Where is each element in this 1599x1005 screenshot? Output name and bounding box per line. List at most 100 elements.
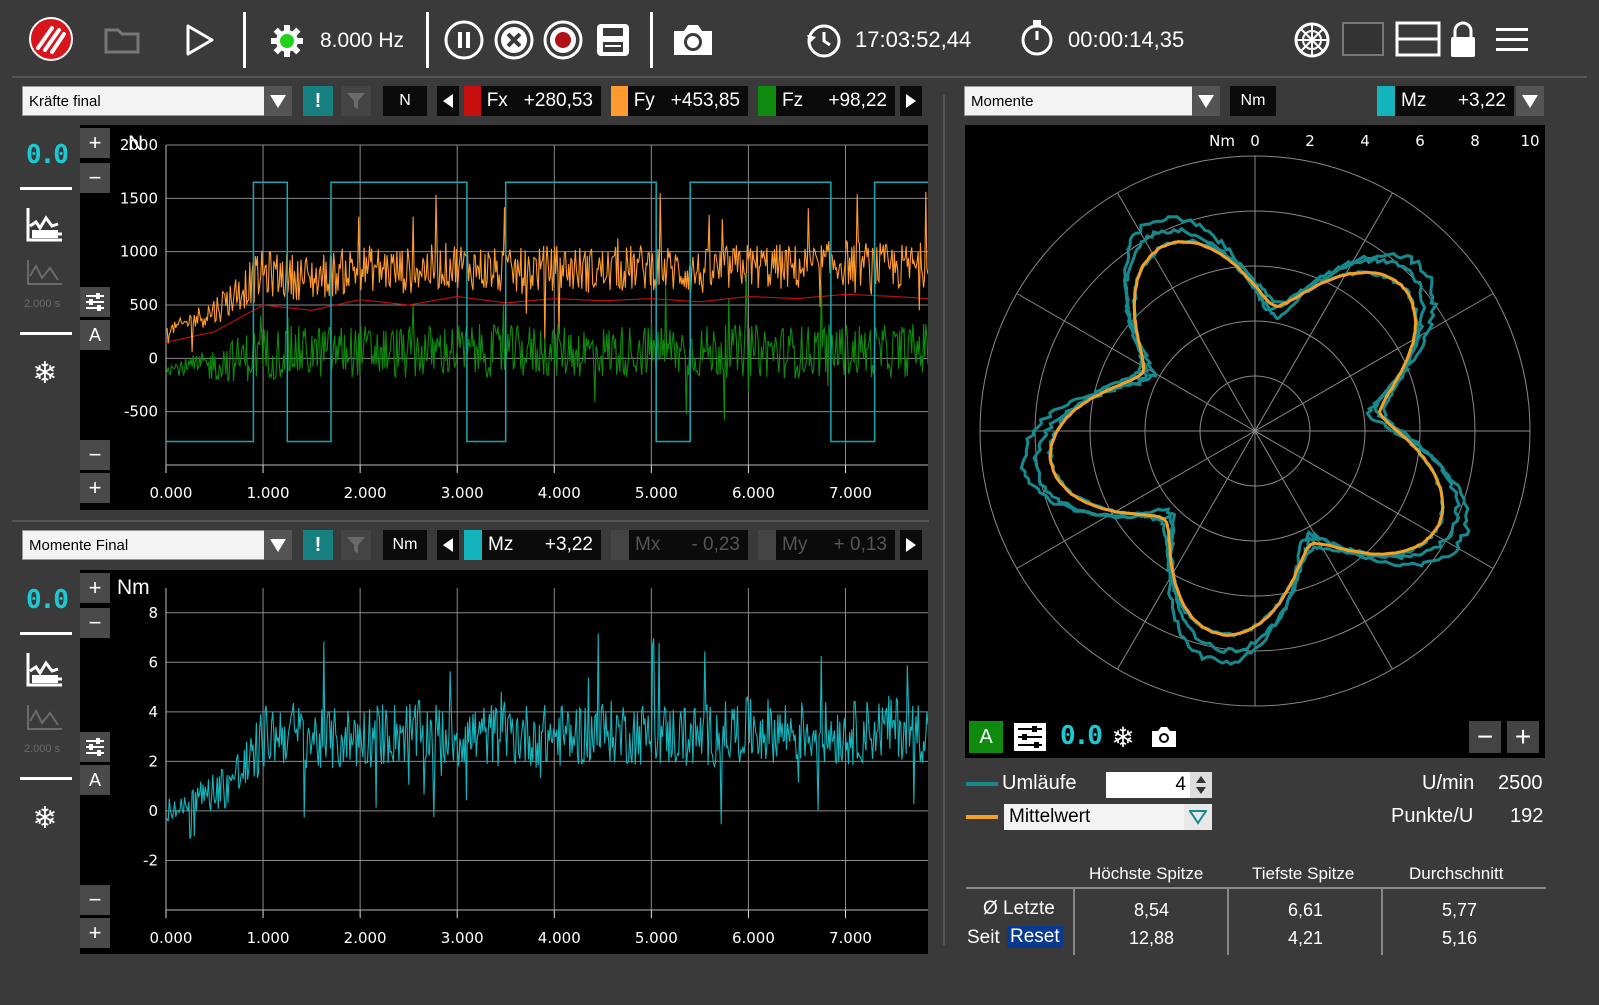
y-tick-label: 2 xyxy=(148,752,158,770)
time-window-icon[interactable] xyxy=(24,258,64,288)
chevron-down-icon xyxy=(270,538,286,552)
zoom-out-y-top-button[interactable]: − xyxy=(80,163,110,193)
chart-settings-sliders-button[interactable] xyxy=(80,732,110,762)
hamburger-menu-icon[interactable] xyxy=(1492,24,1532,56)
forces-selector[interactable]: Kräfte final xyxy=(22,86,266,116)
digital-readout-toggle[interactable]: 0.0 xyxy=(26,140,69,170)
polar-chart[interactable]: Nm 0 2 4 6 8 10 A 0.0 ❄ − + xyxy=(965,125,1545,758)
polar-selector-dropdown[interactable] xyxy=(1192,86,1220,116)
channel-fz[interactable]: Fz +98,22 xyxy=(758,86,895,116)
polar-digital-readout-toggle[interactable]: 0.0 xyxy=(1060,721,1103,751)
zoom-in-y-top-button[interactable]: + xyxy=(80,573,110,603)
stop-cancel-icon[interactable] xyxy=(493,19,535,61)
channel-value: - 0,23 xyxy=(691,534,740,555)
sliders-icon xyxy=(86,293,104,311)
x-tick-label: 4.000 xyxy=(538,929,581,947)
moments-chart[interactable]: 0.000 1.000 2.000 3.000 4.000 5.000 6.000 7.000… xyxy=(80,570,928,954)
lock-icon[interactable] xyxy=(1447,20,1479,60)
alert-button[interactable]: ! xyxy=(303,530,333,560)
polar-camera-icon[interactable] xyxy=(1148,723,1180,751)
zoom-out-y-bottom-button[interactable]: − xyxy=(80,885,110,915)
toolbar-bottom-border xyxy=(12,76,1587,78)
auto-scale-button[interactable]: A xyxy=(80,320,110,350)
polar-freeze-snowflake-icon[interactable]: ❄ xyxy=(1106,721,1140,753)
polar-spoke xyxy=(1016,430,1256,569)
channel-color-swatch xyxy=(611,530,629,560)
forces-selector-dropdown[interactable] xyxy=(264,86,292,116)
series-line-Fx xyxy=(165,293,928,343)
x-tick-label: 6.000 xyxy=(732,484,775,502)
save-disk-icon[interactable] xyxy=(593,20,633,60)
zoom-in-y-bottom-button[interactable]: + xyxy=(80,473,110,503)
open-folder-icon[interactable] xyxy=(104,22,142,56)
record-icon[interactable] xyxy=(542,19,584,61)
polar-series-umlaeufe-mid xyxy=(1032,226,1462,655)
x-tick-label: 4.000 xyxy=(538,484,581,502)
moments-selector[interactable]: Momente Final xyxy=(22,530,266,560)
mode-select-dropdown[interactable] xyxy=(1184,804,1212,830)
stats-last-lowest: 6,61 xyxy=(1288,900,1324,920)
channel-color-swatch xyxy=(758,530,776,560)
chart-autoscale-icon[interactable] xyxy=(24,206,64,246)
split-view-icon[interactable] xyxy=(1395,20,1441,58)
settings-gear-icon[interactable] xyxy=(268,22,306,60)
zoom-out-y-bottom-button[interactable]: − xyxy=(80,440,110,470)
stats-header-average: Durchschnitt xyxy=(1409,864,1504,883)
polar-zoom-out-button[interactable]: − xyxy=(1469,721,1501,753)
polar-zoom-in-button[interactable]: + xyxy=(1507,721,1539,753)
polar-channel-dropdown[interactable] xyxy=(1516,86,1544,116)
forces-chart[interactable]: 0.000 1.000 2.000 3.000 4.000 5.000 6.000 7.000… xyxy=(80,125,928,510)
scroll-right-arrow-icon[interactable] xyxy=(900,86,922,116)
zoom-in-y-bottom-button[interactable]: + xyxy=(80,918,110,948)
panel-divider xyxy=(12,520,929,522)
zoom-in-y-top-button[interactable]: + xyxy=(80,128,110,158)
channel-mz[interactable]: Mz +3,22 xyxy=(464,530,601,560)
web-globe-icon[interactable] xyxy=(1292,20,1332,60)
x-tick-label: 3.000 xyxy=(441,929,484,947)
channel-name: Mx xyxy=(635,534,661,555)
app-logo-icon[interactable] xyxy=(28,16,74,62)
alert-button[interactable]: ! xyxy=(303,86,333,116)
digital-readout-toggle[interactable]: 0.0 xyxy=(26,585,69,615)
toolbar-separator xyxy=(650,12,653,68)
stats-since-average: 5,16 xyxy=(1442,928,1478,948)
scroll-left-arrow-icon[interactable] xyxy=(437,530,459,560)
forces-y-unit: N xyxy=(128,132,144,155)
channel-mx[interactable]: Mx - 0,23 xyxy=(611,530,748,560)
scroll-left-arrow-icon[interactable] xyxy=(437,86,459,116)
frequency-readout: 8.000 Hz xyxy=(320,29,405,52)
mode-select[interactable]: Mittelwert xyxy=(1004,804,1186,830)
channel-fy[interactable]: Fy +453,85 xyxy=(611,86,748,116)
series-line-Fz xyxy=(165,273,928,421)
play-icon[interactable] xyxy=(180,20,220,60)
freeze-snowflake-icon[interactable]: ❄ xyxy=(28,801,62,835)
channel-my[interactable]: My + 0,13 xyxy=(758,530,895,560)
umlaeufe-value: 4 xyxy=(1175,774,1186,795)
zoom-out-y-top-button[interactable]: − xyxy=(80,608,110,638)
filter-icon[interactable] xyxy=(341,86,371,116)
chart-settings-sliders-button[interactable] xyxy=(80,287,110,317)
auto-scale-button[interactable]: A xyxy=(80,765,110,795)
reset-button[interactable]: Reset xyxy=(1007,926,1063,948)
forces-selector-value: Kräfte final xyxy=(29,93,101,110)
umlaeufe-input[interactable]: 4 xyxy=(1106,772,1190,798)
freeze-snowflake-icon[interactable]: ❄ xyxy=(28,356,62,390)
camera-icon[interactable] xyxy=(670,20,716,60)
y-tick-label: 1000 xyxy=(120,243,158,261)
channel-name: My xyxy=(782,534,808,555)
polar-channel-mz[interactable]: Mz +3,22 xyxy=(1377,86,1514,116)
filter-icon[interactable] xyxy=(341,530,371,560)
single-view-icon[interactable] xyxy=(1340,20,1386,58)
time-window-icon[interactable] xyxy=(24,703,64,733)
pause-icon[interactable] xyxy=(443,19,485,61)
umlaeufe-spinner[interactable] xyxy=(1190,772,1212,798)
moments-selector-dropdown[interactable] xyxy=(264,530,292,560)
polar-selector[interactable]: Momente xyxy=(964,86,1194,116)
auto-button[interactable]: A xyxy=(969,721,1003,753)
chart-autoscale-icon[interactable] xyxy=(24,651,64,691)
scroll-right-arrow-icon[interactable] xyxy=(900,530,922,560)
channel-fx[interactable]: Fx +280,53 xyxy=(464,86,601,116)
main-toolbar: 8.000 Hz 17:03:52,44 00:00:14,35 xyxy=(0,0,1599,78)
polar-settings-sliders-icon[interactable] xyxy=(1013,721,1047,753)
spinner-arrows-icon xyxy=(1196,776,1206,794)
